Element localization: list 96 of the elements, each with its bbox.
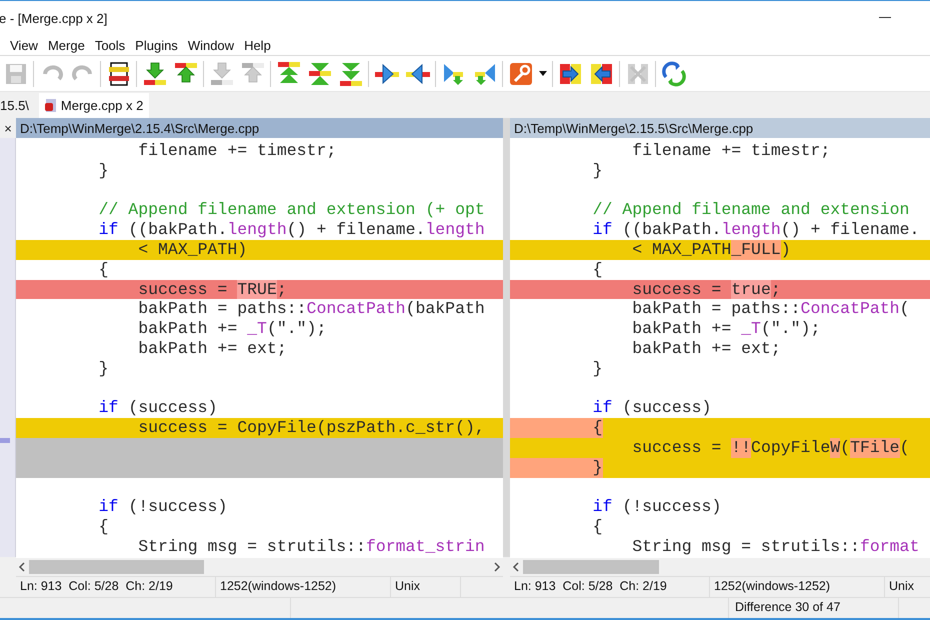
menu-item[interactable]: Tools — [90, 38, 130, 52]
code-text: if — [98, 497, 118, 518]
code-text: { — [592, 260, 603, 280]
code-text: filename += timestr; — [137, 141, 336, 161]
code-text: ((bakPath. — [127, 220, 228, 240]
changed-text: !! — [731, 438, 752, 458]
next-difference-icon — [208, 60, 234, 86]
code-text: format_strin — [366, 536, 485, 557]
file-path-header: D:\Temp\WinMerge\2.15.5\Src\Merge.cpp — [510, 118, 930, 138]
changed-text: TFile — [850, 438, 900, 458]
code-text: length — [227, 220, 287, 240]
minimize-icon — [879, 17, 891, 19]
code-text: } — [98, 358, 109, 379]
code-text: (bakPath — [406, 299, 485, 320]
file-path-header: D:\Temp\WinMerge\2.15.4\Src\Merge.cpp — [16, 118, 503, 138]
code-text: { — [98, 260, 109, 280]
changed-text: _FULL — [731, 240, 781, 260]
changed-margin — [510, 418, 553, 438]
code-text: if — [592, 220, 612, 240]
code-text: () + filename. — [286, 220, 426, 240]
code-text: filename += timestr; — [631, 141, 830, 161]
refresh-icon — [660, 60, 686, 86]
code-text: ("."); — [266, 319, 326, 339]
code-text: bakPath = paths:: — [631, 299, 801, 320]
scroll-left-icon — [18, 562, 26, 572]
code-text: success = — [631, 438, 722, 458]
location-marker — [0, 438, 10, 443]
code-text: ; — [770, 280, 781, 300]
next-difference-icon — [142, 60, 168, 86]
menu-item[interactable]: Plugins — [130, 38, 183, 52]
caret-icon — [539, 71, 547, 76]
code-text: // Append filename and extension (+ opt — [98, 200, 485, 220]
code-text: (!success) — [621, 497, 722, 518]
code-text: success = — [631, 280, 722, 300]
code-text: ConcatPath — [800, 299, 900, 320]
code-text: ( — [840, 438, 850, 458]
difference-status: Difference 30 of 47 — [729, 598, 899, 618]
code-text: ((bakPath. — [621, 220, 722, 240]
code-text: ( — [900, 299, 910, 320]
code-text: bakPath += — [137, 319, 238, 339]
status-text: Unix — [391, 577, 461, 597]
code-text: if — [592, 398, 612, 418]
code-text: _T — [741, 319, 761, 339]
menu-item[interactable]: View — [5, 38, 43, 52]
changed-text: { — [553, 418, 603, 438]
code-text: String msg = strutils:: — [137, 536, 366, 557]
code-text: (success) — [127, 398, 218, 418]
code-text: length — [721, 220, 781, 240]
changed-text: true — [731, 280, 771, 300]
code-text: String msg = strutils:: — [631, 536, 860, 557]
code-text: ) — [780, 240, 791, 260]
code-text: } — [592, 358, 603, 379]
code-text: ; — [276, 280, 287, 300]
code-text: bakPath += ext; — [631, 338, 781, 359]
code-text: if — [98, 398, 118, 418]
scroll-left-icon — [512, 562, 520, 572]
code-text: success = — [137, 280, 228, 300]
menu-item[interactable]: Help — [239, 38, 276, 52]
code-text: ConcatPath — [306, 299, 406, 320]
code-text: } — [98, 160, 109, 181]
code-text: length — [425, 220, 485, 240]
last-difference-icon — [338, 60, 364, 86]
code-text: { — [592, 517, 603, 537]
code-text: (success) — [621, 398, 712, 418]
scroll-right-icon — [493, 562, 501, 572]
code-text: bakPath += — [631, 319, 732, 339]
changed-text: TRUE — [237, 280, 277, 300]
menu-item[interactable]: Window — [182, 38, 240, 52]
status-text: 1252(windows-1252) — [216, 577, 391, 597]
changed-text: } — [553, 458, 603, 478]
code-text: _T — [247, 319, 267, 339]
code-text: bakPath += ext; — [137, 338, 287, 359]
code-text: if — [592, 497, 612, 518]
status-text: Ln: 913 Col: 5/28 Ch: 2/19 — [16, 577, 216, 597]
status-text: Unix — [885, 577, 930, 597]
code-text: CopyFile — [751, 438, 830, 458]
current-difference-icon — [306, 60, 332, 86]
status-text: Ln: 913 Col: 5/28 Ch: 2/19 — [510, 577, 710, 597]
code-text: < MAX_PATH — [631, 240, 732, 260]
code-text: ( — [900, 438, 910, 458]
code-text: format — [860, 536, 920, 557]
changed-margin — [510, 458, 553, 478]
file-icon — [44, 99, 57, 112]
tab[interactable]: Merge.cpp x 2 — [38, 93, 150, 118]
code-text: } — [592, 160, 603, 181]
code-text: if — [98, 220, 118, 240]
status-text: 1252(windows-1252) — [710, 577, 885, 597]
code-text: success = CopyFile(pszPath.c_str(), — [137, 418, 485, 438]
code-text: // Append filename and extension — [592, 200, 910, 220]
code-text: () + filename. — [780, 220, 920, 240]
code-text: { — [98, 517, 109, 537]
menu-item[interactable]: Merge — [42, 38, 90, 52]
code-text: bakPath = paths:: — [137, 299, 307, 320]
code-text: (!success) — [127, 497, 228, 518]
code-text: ("."); — [760, 319, 820, 339]
code-text: < MAX_PATH) — [137, 240, 248, 260]
